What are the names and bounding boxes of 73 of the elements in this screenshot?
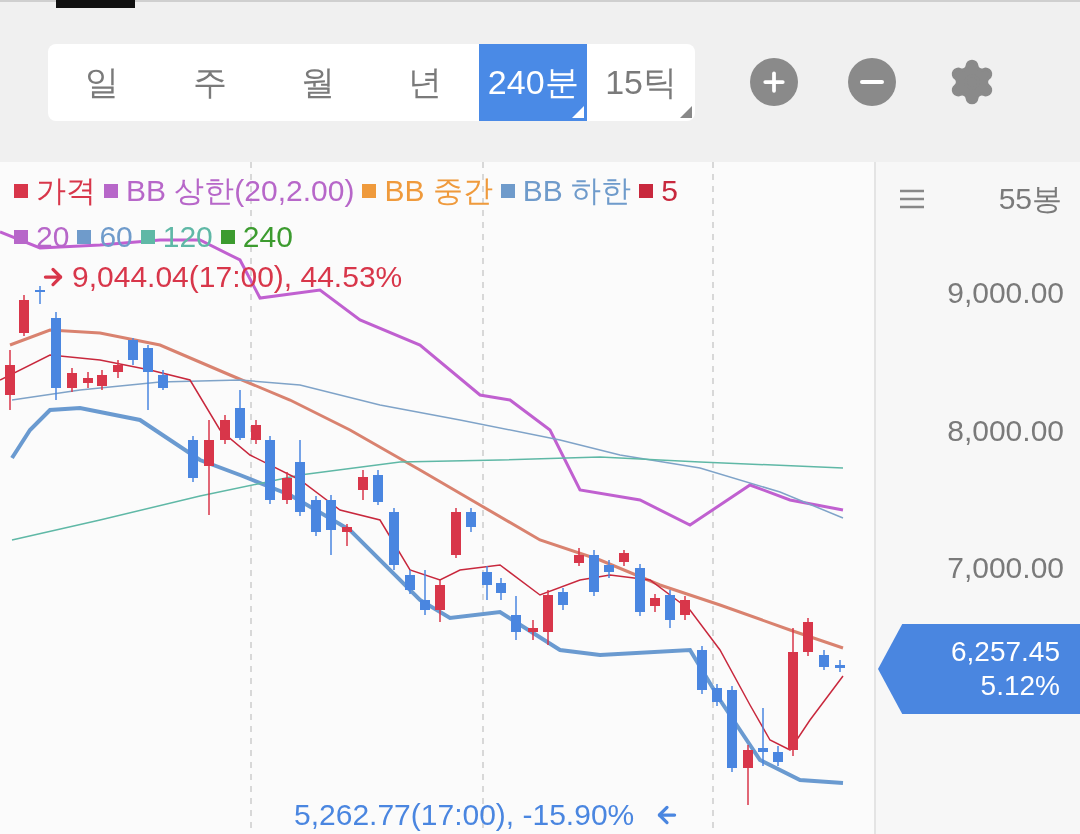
legend-label: 20: [36, 219, 70, 255]
candle: [451, 507, 461, 559]
candle: [635, 563, 645, 617]
candle: [251, 419, 261, 445]
legend-label: 5: [661, 173, 678, 209]
current-price: 6,257.45: [951, 635, 1060, 669]
candle: [697, 645, 707, 695]
candle: [496, 577, 506, 601]
candle: [803, 617, 813, 657]
candle: [67, 367, 77, 393]
legend-label: BB 하한: [522, 173, 632, 209]
candle: [220, 414, 230, 445]
y-axis-label: 8,000.00: [947, 413, 1064, 449]
candle: [543, 589, 553, 646]
low-price-marker: 5,262.77(17:00), -15.90%: [294, 797, 635, 833]
period-tab[interactable]: 년: [371, 43, 480, 121]
legend-label: BB 중간: [384, 173, 493, 209]
candle: [311, 495, 321, 537]
legend-label: 가격: [36, 173, 96, 209]
candle: [435, 579, 445, 623]
minus-icon: [860, 80, 884, 84]
candle: [650, 593, 660, 613]
candle: [589, 549, 599, 597]
candle: [158, 369, 168, 391]
period-tab[interactable]: 15틱: [587, 43, 695, 121]
candle: [19, 294, 29, 337]
candle: [113, 359, 123, 379]
candle: [558, 587, 568, 611]
candle: [326, 494, 336, 556]
candle: [619, 549, 629, 567]
candle-count: 55봉: [998, 181, 1062, 217]
candle: [819, 649, 829, 671]
y-axis-label: 7,000.00: [947, 550, 1064, 586]
candle: [389, 507, 399, 571]
candle: [482, 565, 492, 601]
candle: [773, 745, 783, 767]
candle: [466, 507, 476, 533]
menu-icon[interactable]: [900, 188, 924, 209]
period-tab[interactable]: 월: [263, 43, 372, 121]
candle: [574, 547, 584, 567]
y-axis-label: 9,000.00: [947, 275, 1064, 311]
legend-label: BB 상한(20,2.00): [126, 173, 355, 209]
candle: [143, 344, 153, 411]
candle: [97, 369, 107, 391]
zoom-in-button[interactable]: [750, 58, 798, 106]
candle: [665, 589, 675, 629]
period-tab[interactable]: 240분: [479, 43, 588, 121]
legend-label: 240: [242, 219, 293, 255]
candle: [282, 471, 292, 505]
candle: [342, 523, 352, 547]
candle: [235, 389, 245, 441]
zoom-out-button[interactable]: [848, 58, 896, 106]
candle: [420, 569, 430, 616]
period-tab[interactable]: 주: [155, 43, 264, 121]
candle: [128, 337, 138, 366]
candle: [680, 595, 690, 621]
candle: [835, 659, 845, 673]
candle: [35, 285, 45, 305]
candle: [5, 349, 15, 411]
candle: [83, 371, 93, 389]
candle: [528, 619, 538, 641]
candle: [373, 469, 383, 506]
candle: [358, 469, 368, 501]
price-change: 5.12%: [980, 669, 1060, 703]
candle: [511, 595, 521, 641]
candle: [743, 744, 753, 806]
candle: [604, 559, 614, 579]
candle: [405, 569, 415, 595]
period-tab[interactable]: 일: [48, 43, 156, 121]
candle: [188, 435, 198, 483]
candle: [758, 707, 768, 767]
candle: [712, 683, 722, 707]
candle: [265, 435, 275, 505]
